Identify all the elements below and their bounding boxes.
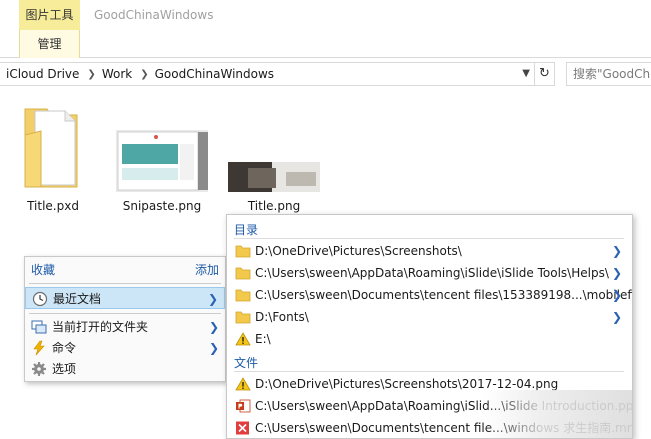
file-item[interactable]: Title.pxd	[18, 105, 88, 215]
directory-path: E:\	[255, 332, 271, 346]
recent-directory-item[interactable]: C:\Users\sween\AppData\Roaming\iSlide\iS…	[227, 262, 632, 284]
breadcrumb-icloud-drive[interactable]: iCloud Drive	[0, 67, 79, 81]
address-history-chevron-down-icon[interactable]: ▼	[522, 68, 530, 79]
folder-icon	[235, 311, 251, 324]
address-bar[interactable]: iCloud Drive ❯ Work ❯ GoodChinaWindows ▼…	[0, 62, 555, 86]
chevron-right-icon: ❯	[611, 288, 622, 302]
gear-icon	[32, 362, 46, 376]
error-icon	[236, 421, 249, 435]
folder-icon	[235, 289, 251, 302]
windows-icon	[31, 320, 47, 334]
refresh-icon[interactable]: ↻	[534, 63, 554, 85]
files-header: 文件	[234, 356, 259, 370]
chevron-right-icon: ❯	[611, 244, 622, 258]
favorites-header: 收藏 添加	[25, 259, 225, 281]
warning-icon	[235, 332, 251, 346]
quick-access-menu: 收藏 添加 最近文档 ❯ 当前打开的文件夹 ❯ 命令 ❯ 选项	[24, 256, 226, 382]
document-icon	[24, 108, 78, 188]
divider	[234, 238, 624, 239]
picture-tools-tab-group[interactable]: 图片工具 管理	[19, 0, 80, 58]
lightning-icon	[33, 340, 45, 356]
recent-documents-submenu: 目录 D:\OneDrive\Pictures\Screenshots\ ❯ C…	[226, 214, 633, 439]
menu-item-label: 最近文档	[53, 292, 102, 306]
divider	[29, 313, 221, 314]
file-name: Title.pxd	[27, 199, 79, 213]
image-thumbnail	[116, 130, 208, 192]
directories-header: 目录	[234, 223, 259, 237]
file-item[interactable]: Snipaste.png	[114, 105, 210, 215]
recent-directory-item[interactable]: D:\OneDrive\Pictures\Screenshots\ ❯	[227, 240, 632, 262]
warning-icon	[235, 377, 251, 391]
ribbon: 图片工具 管理 GoodChinaWindows	[0, 0, 651, 58]
add-favorite-button[interactable]: 添加	[195, 259, 219, 281]
menu-item-options[interactable]: 选项	[25, 358, 225, 380]
favorites-label: 收藏	[31, 263, 56, 277]
directory-path: C:\Users\sween\AppData\Roaming\iSlide\iS…	[255, 266, 609, 280]
breadcrumb-chevron-icon[interactable]: ❯	[79, 69, 95, 80]
chevron-right-icon: ❯	[208, 320, 219, 334]
tab-manage[interactable]: 管理	[19, 30, 80, 58]
breadcrumb-chevron-icon[interactable]: ❯	[132, 69, 148, 80]
divider	[29, 283, 221, 284]
clock-icon	[32, 291, 48, 307]
menu-item-commands[interactable]: 命令 ❯	[25, 337, 225, 359]
search-input[interactable]: 搜索"GoodChin	[566, 62, 651, 86]
file-name: Snipaste.png	[122, 199, 202, 213]
menu-item-open-folders[interactable]: 当前打开的文件夹 ❯	[25, 316, 225, 338]
recent-directory-item[interactable]: C:\Users\sween\Documents\tencent files\1…	[227, 284, 632, 306]
powerpoint-icon	[236, 399, 251, 413]
chevron-right-icon: ❯	[207, 292, 218, 306]
folder-icon	[235, 267, 251, 280]
breadcrumb-goodchinawindows[interactable]: GoodChinaWindows	[149, 67, 274, 81]
watermark-overlay	[482, 390, 632, 438]
menu-item-label: 命令	[52, 341, 77, 355]
chevron-right-icon: ❯	[611, 266, 622, 280]
picture-tools-label: 图片工具	[19, 0, 80, 30]
menu-item-label: 选项	[52, 362, 77, 376]
image-thumbnail	[228, 162, 320, 192]
breadcrumb-work[interactable]: Work	[96, 67, 132, 81]
menu-item-label: 当前打开的文件夹	[52, 320, 149, 334]
file-name: Title.png	[247, 199, 301, 213]
divider	[234, 371, 624, 372]
directory-path: C:\Users\sween\Documents\tencent files\1…	[255, 288, 633, 302]
folder-icon	[235, 245, 251, 258]
window-title: GoodChinaWindows	[94, 8, 214, 22]
chevron-right-icon: ❯	[208, 341, 219, 355]
directory-path: D:\OneDrive\Pictures\Screenshots\	[255, 244, 462, 258]
recent-directory-item[interactable]: D:\Fonts\ ❯	[227, 306, 632, 328]
menu-item-recent-documents[interactable]: 最近文档 ❯	[25, 287, 225, 309]
file-item[interactable]: Title.png	[226, 105, 322, 215]
chevron-right-icon: ❯	[611, 310, 622, 324]
directory-path: D:\Fonts\	[255, 310, 309, 324]
recent-directory-item[interactable]: E:\	[227, 328, 632, 350]
